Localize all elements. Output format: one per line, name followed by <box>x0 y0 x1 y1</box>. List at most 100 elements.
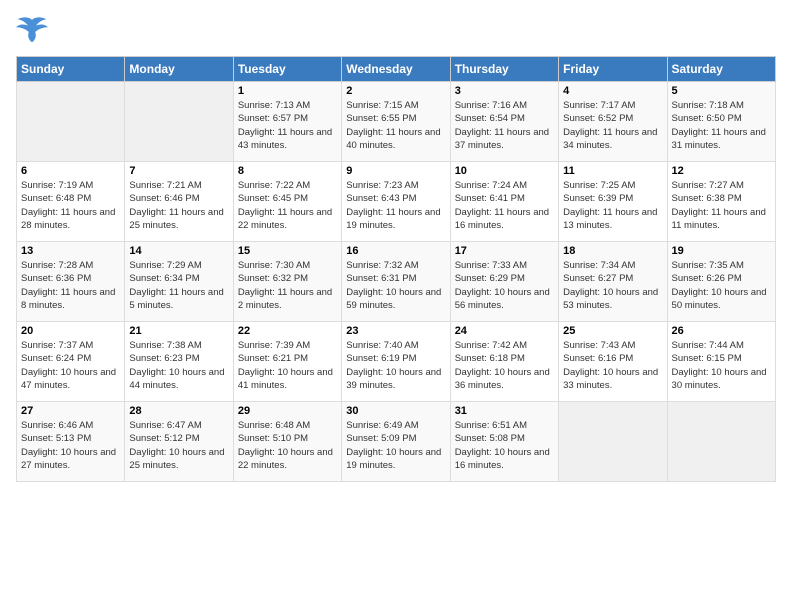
day-info: Sunrise: 7:23 AMSunset: 6:43 PMDaylight:… <box>346 179 445 232</box>
day-cell: 13Sunrise: 7:28 AMSunset: 6:36 PMDayligh… <box>17 242 125 322</box>
day-info: Sunrise: 6:46 AMSunset: 5:13 PMDaylight:… <box>21 419 120 472</box>
day-number: 10 <box>455 165 554 177</box>
day-number: 31 <box>455 405 554 417</box>
day-info: Sunrise: 6:48 AMSunset: 5:10 PMDaylight:… <box>238 419 337 472</box>
day-cell <box>17 82 125 162</box>
day-cell: 6 Sunrise: 7:19 AMSunset: 6:48 PMDaylight… <box>17 162 125 242</box>
day-number: 9 <box>346 165 445 177</box>
day-cell: 21 Sunrise: 7:38 AMSunset: 6:23 PMDayligh… <box>125 322 233 402</box>
week-row: 6 Sunrise: 7:19 AMSunset: 6:48 PMDaylight… <box>17 162 776 242</box>
day-cell: 22Sunrise: 7:39 AMSunset: 6:21 PMDayligh… <box>233 322 341 402</box>
day-cell: 19Sunrise: 7:35 AMSunset: 6:26 PMDayligh… <box>667 242 775 322</box>
day-number: 13 <box>21 245 120 257</box>
page-header <box>16 16 776 44</box>
day-info: Sunrise: 7:40 AMSunset: 6:19 PMDaylight:… <box>346 339 445 392</box>
day-number: 16 <box>346 245 445 257</box>
day-info: Sunrise: 7:37 AMSunset: 6:24 PMDaylight:… <box>21 339 120 392</box>
column-header-saturday: Saturday <box>667 57 775 82</box>
day-number: 21 <box>129 325 228 337</box>
day-number: 1 <box>238 85 337 97</box>
day-cell: 20 Sunrise: 7:37 AMSunset: 6:24 PMDayligh… <box>17 322 125 402</box>
day-number: 26 <box>672 325 771 337</box>
day-info: Sunrise: 7:42 AMSunset: 6:18 PMDaylight:… <box>455 339 554 392</box>
day-number: 18 <box>563 245 662 257</box>
day-info: Sunrise: 6:49 AMSunset: 5:09 PMDaylight:… <box>346 419 445 472</box>
day-cell: 7 Sunrise: 7:21 AMSunset: 6:46 PMDaylight… <box>125 162 233 242</box>
day-info: Sunrise: 6:51 AMSunset: 5:08 PMDaylight:… <box>455 419 554 472</box>
header-row: SundayMondayTuesdayWednesdayThursdayFrid… <box>17 57 776 82</box>
day-number: 20 <box>21 325 120 337</box>
day-number: 19 <box>672 245 771 257</box>
day-cell: 16 Sunrise: 7:32 AMSunset: 6:31 PMDayligh… <box>342 242 450 322</box>
day-info: Sunrise: 7:13 AMSunset: 6:57 PMDaylight:… <box>238 99 337 152</box>
calendar-table: SundayMondayTuesdayWednesdayThursdayFrid… <box>16 56 776 482</box>
day-number: 24 <box>455 325 554 337</box>
day-cell: 18 Sunrise: 7:34 AMSunset: 6:27 PMDayligh… <box>559 242 667 322</box>
week-row: 13Sunrise: 7:28 AMSunset: 6:36 PMDayligh… <box>17 242 776 322</box>
day-cell: 5 Sunrise: 7:18 AMSunset: 6:50 PMDaylight… <box>667 82 775 162</box>
day-cell: 30 Sunrise: 6:49 AMSunset: 5:09 PMDayligh… <box>342 402 450 482</box>
day-info: Sunrise: 7:30 AMSunset: 6:32 PMDaylight:… <box>238 259 337 312</box>
day-info: Sunrise: 7:18 AMSunset: 6:50 PMDaylight:… <box>672 99 771 152</box>
day-number: 8 <box>238 165 337 177</box>
day-info: Sunrise: 7:27 AMSunset: 6:38 PMDaylight:… <box>672 179 771 232</box>
day-cell: 27 Sunrise: 6:46 AMSunset: 5:13 PMDayligh… <box>17 402 125 482</box>
day-cell: 14 Sunrise: 7:29 AMSunset: 6:34 PMDayligh… <box>125 242 233 322</box>
day-number: 27 <box>21 405 120 417</box>
day-info: Sunrise: 7:24 AMSunset: 6:41 PMDaylight:… <box>455 179 554 232</box>
day-cell: 29 Sunrise: 6:48 AMSunset: 5:10 PMDayligh… <box>233 402 341 482</box>
day-cell: 23 Sunrise: 7:40 AMSunset: 6:19 PMDayligh… <box>342 322 450 402</box>
day-number: 25 <box>563 325 662 337</box>
day-number: 4 <box>563 85 662 97</box>
column-header-monday: Monday <box>125 57 233 82</box>
day-info: Sunrise: 7:43 AMSunset: 6:16 PMDaylight:… <box>563 339 662 392</box>
day-number: 14 <box>129 245 228 257</box>
day-info: Sunrise: 7:17 AMSunset: 6:52 PMDaylight:… <box>563 99 662 152</box>
day-number: 12 <box>672 165 771 177</box>
day-cell: 12 Sunrise: 7:27 AMSunset: 6:38 PMDayligh… <box>667 162 775 242</box>
logo-icon <box>16 16 48 44</box>
day-info: Sunrise: 7:22 AMSunset: 6:45 PMDaylight:… <box>238 179 337 232</box>
day-cell: 25 Sunrise: 7:43 AMSunset: 6:16 PMDayligh… <box>559 322 667 402</box>
day-cell: 17 Sunrise: 7:33 AMSunset: 6:29 PMDayligh… <box>450 242 558 322</box>
day-number: 29 <box>238 405 337 417</box>
day-number: 11 <box>563 165 662 177</box>
day-info: Sunrise: 7:34 AMSunset: 6:27 PMDaylight:… <box>563 259 662 312</box>
day-cell <box>667 402 775 482</box>
day-cell: 10 Sunrise: 7:24 AMSunset: 6:41 PMDayligh… <box>450 162 558 242</box>
day-cell <box>125 82 233 162</box>
week-row: 1 Sunrise: 7:13 AMSunset: 6:57 PMDaylight… <box>17 82 776 162</box>
day-cell: 1 Sunrise: 7:13 AMSunset: 6:57 PMDaylight… <box>233 82 341 162</box>
day-info: Sunrise: 7:25 AMSunset: 6:39 PMDaylight:… <box>563 179 662 232</box>
day-number: 23 <box>346 325 445 337</box>
day-info: Sunrise: 7:15 AMSunset: 6:55 PMDaylight:… <box>346 99 445 152</box>
day-cell: 26 Sunrise: 7:44 AMSunset: 6:15 PMDayligh… <box>667 322 775 402</box>
day-info: Sunrise: 7:29 AMSunset: 6:34 PMDaylight:… <box>129 259 228 312</box>
day-number: 2 <box>346 85 445 97</box>
day-cell: 11 Sunrise: 7:25 AMSunset: 6:39 PMDayligh… <box>559 162 667 242</box>
logo <box>16 16 52 44</box>
day-info: Sunrise: 7:32 AMSunset: 6:31 PMDaylight:… <box>346 259 445 312</box>
week-row: 20 Sunrise: 7:37 AMSunset: 6:24 PMDayligh… <box>17 322 776 402</box>
day-number: 17 <box>455 245 554 257</box>
day-cell: 24 Sunrise: 7:42 AMSunset: 6:18 PMDayligh… <box>450 322 558 402</box>
day-cell: 28Sunrise: 6:47 AMSunset: 5:12 PMDayligh… <box>125 402 233 482</box>
day-info: Sunrise: 7:16 AMSunset: 6:54 PMDaylight:… <box>455 99 554 152</box>
day-number: 5 <box>672 85 771 97</box>
day-info: Sunrise: 7:33 AMSunset: 6:29 PMDaylight:… <box>455 259 554 312</box>
day-info: Sunrise: 7:19 AMSunset: 6:48 PMDaylight:… <box>21 179 120 232</box>
day-cell: 3 Sunrise: 7:16 AMSunset: 6:54 PMDaylight… <box>450 82 558 162</box>
day-info: Sunrise: 7:21 AMSunset: 6:46 PMDaylight:… <box>129 179 228 232</box>
day-number: 3 <box>455 85 554 97</box>
day-number: 6 <box>21 165 120 177</box>
day-cell <box>559 402 667 482</box>
day-info: Sunrise: 7:44 AMSunset: 6:15 PMDaylight:… <box>672 339 771 392</box>
day-cell: 15Sunrise: 7:30 AMSunset: 6:32 PMDayligh… <box>233 242 341 322</box>
day-number: 7 <box>129 165 228 177</box>
day-number: 30 <box>346 405 445 417</box>
day-cell: 2 Sunrise: 7:15 AMSunset: 6:55 PMDaylight… <box>342 82 450 162</box>
day-info: Sunrise: 7:39 AMSunset: 6:21 PMDaylight:… <box>238 339 337 392</box>
week-row: 27 Sunrise: 6:46 AMSunset: 5:13 PMDayligh… <box>17 402 776 482</box>
column-header-sunday: Sunday <box>17 57 125 82</box>
day-info: Sunrise: 7:38 AMSunset: 6:23 PMDaylight:… <box>129 339 228 392</box>
